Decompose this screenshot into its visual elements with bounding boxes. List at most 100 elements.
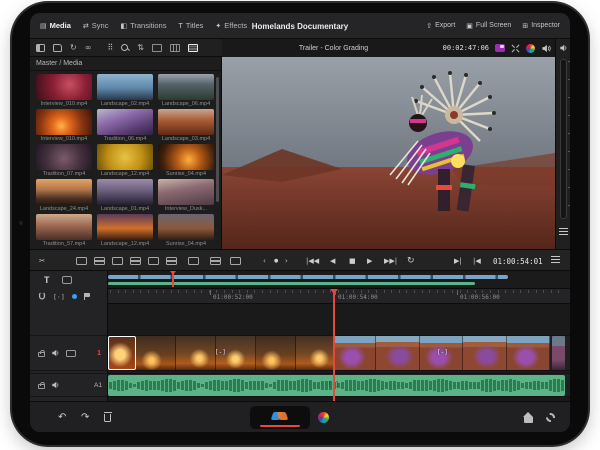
jog-right-icon[interactable]: › <box>285 250 288 272</box>
timeline-title[interactable]: Trailer - Color Grading <box>222 39 445 57</box>
home-button[interactable] <box>524 402 533 432</box>
tab-titles[interactable]: T Titles <box>178 21 203 30</box>
media-clip[interactable]: Landscape_12.mp4 <box>97 214 153 248</box>
place-on-top-icon[interactable] <box>148 250 159 272</box>
minimap-video-overview[interactable] <box>108 275 508 279</box>
tab-effects[interactable]: ✦ Effects <box>215 21 247 30</box>
video-viewer[interactable] <box>222 57 555 249</box>
media-clip[interactable]: Interview_010.mp4 <box>36 109 92 144</box>
cut-tool-icon[interactable]: ✂ <box>36 250 48 272</box>
fullscreen-button[interactable]: ▣ Full Screen <box>466 22 511 30</box>
linked-selection-icon[interactable]: [·] <box>53 293 65 301</box>
media-clip-name: Tradition_06.mp4 <box>97 136 153 142</box>
tab-media[interactable]: ▤ Media <box>40 21 71 30</box>
color-adjust-icon[interactable] <box>526 44 535 53</box>
sync-clips-icon[interactable]: ↻ <box>70 44 77 52</box>
monitor-audio-icon[interactable] <box>559 44 568 52</box>
jog-dot-icon[interactable]: ● <box>274 250 278 272</box>
ruler-scale[interactable]: 01:00:52:0001:00:54:0001:00:56:00 <box>108 289 570 304</box>
play-button[interactable]: ▶ <box>367 250 372 272</box>
snapping-magnet-icon[interactable] <box>38 292 46 301</box>
play-reverse-button[interactable]: ◀ <box>330 250 335 272</box>
loop-button[interactable]: ↻ <box>407 250 415 272</box>
clip-next[interactable] <box>552 336 565 370</box>
media-clip[interactable]: Interview_Dusk... <box>158 179 214 214</box>
timeline-options-icon[interactable] <box>551 259 560 260</box>
media-clip[interactable]: Landscape_12.mp4 <box>97 144 153 179</box>
media-clip-name: Landscape_12.mp4 <box>97 171 153 177</box>
prev-edit-button[interactable]: |◀ <box>473 250 481 272</box>
media-clip-name: Landscape_02.mp4 <box>97 101 153 107</box>
first-frame-button[interactable]: |◀◀ <box>306 250 319 272</box>
audio-track-lane[interactable]: [-] <box>108 373 570 397</box>
jog-left-icon[interactable]: ‹ <box>263 250 266 272</box>
stop-button[interactable]: ■ <box>349 250 356 272</box>
clip-tool-icon[interactable] <box>62 276 72 284</box>
enable-video-icon[interactable] <box>66 350 76 357</box>
media-clip[interactable]: Landscape_24.mp4 <box>36 179 92 214</box>
media-clip[interactable]: Landscape_01.mp4 <box>97 179 153 214</box>
filmstrip-frame <box>256 336 296 370</box>
filmstrip-view-icon[interactable] <box>170 44 180 52</box>
metadata-view-icon[interactable] <box>188 44 198 52</box>
tools-settings-icon[interactable] <box>230 250 241 272</box>
flag-icon[interactable] <box>84 293 86 300</box>
media-clip[interactable]: Landscape_03.mp4 <box>158 109 214 144</box>
text-tool-icon[interactable]: T <box>44 275 50 285</box>
close-up-icon[interactable] <box>130 250 141 272</box>
sort-icon[interactable]: ⇅ <box>137 44 144 52</box>
ipad-camera <box>19 221 23 225</box>
media-clip[interactable]: Landscape_02.mp4 <box>97 74 153 109</box>
breadcrumb[interactable]: Master / Media <box>30 57 221 71</box>
color-page-button[interactable] <box>318 402 329 432</box>
tab-sync[interactable]: ⇄ Sync <box>83 21 109 30</box>
lock-icon[interactable] <box>38 352 45 357</box>
media-pool-scrollbar[interactable] <box>216 77 219 202</box>
relink-icon[interactable]: ∞ <box>85 44 92 52</box>
camera-pip-icon[interactable] <box>495 44 505 52</box>
smart-insert-icon[interactable] <box>76 250 87 272</box>
thumbnail-view-icon[interactable] <box>152 44 162 52</box>
toggle-panel-icon[interactable] <box>36 44 45 52</box>
timeline-tracks: 1 A1 [-] [-] [-] <box>30 304 570 401</box>
viewer-audio-icon[interactable] <box>541 44 551 53</box>
media-clip[interactable]: Sunrise_04.mp4 <box>158 144 214 179</box>
last-frame-button[interactable]: ▶▶| <box>384 250 397 272</box>
delete-button[interactable] <box>104 402 111 432</box>
source-overwrite-icon[interactable] <box>166 250 177 272</box>
inspector-button[interactable]: ⊞ Inspector <box>522 22 560 30</box>
video-track-header[interactable]: 1 <box>30 335 108 371</box>
append-clip-icon[interactable] <box>94 250 105 272</box>
playhead[interactable] <box>333 289 335 401</box>
tab-transitions[interactable]: ◧ Transitions <box>120 21 166 30</box>
transition-icon[interactable] <box>188 250 199 272</box>
media-clip[interactable]: Tradition_06.mp4 <box>97 109 153 144</box>
cut-page-button[interactable] <box>272 411 288 421</box>
media-clip[interactable]: Tradition_07.mp4 <box>36 144 92 179</box>
grid-view-icon[interactable]: ⠿ <box>107 44 113 52</box>
minimap-audio-overview[interactable] <box>108 282 475 285</box>
next-edit-button[interactable]: ▶| <box>454 250 462 272</box>
ripple-overwrite-icon[interactable] <box>112 250 123 272</box>
mute-track-icon[interactable] <box>51 349 60 357</box>
export-button[interactable]: ⇧ Export <box>426 22 455 30</box>
mute-audio-icon[interactable] <box>51 381 60 389</box>
settings-button[interactable] <box>546 402 555 432</box>
minimap-playhead[interactable] <box>172 272 174 287</box>
media-clip[interactable]: Tradition_57.mp4 <box>36 214 92 248</box>
lock-icon[interactable] <box>38 384 45 389</box>
media-clip[interactable]: Interview_010.mp4 <box>36 74 92 109</box>
meter-menu-icon[interactable] <box>559 231 568 232</box>
media-clip[interactable]: Sunrise_04.mp4 <box>158 214 214 248</box>
audio-track-header[interactable]: A1 <box>30 373 108 397</box>
insert-picture-icon[interactable] <box>210 250 221 272</box>
timeline-ruler[interactable]: [·] 01:00:52:0001:00:54:0001:00:56:00 <box>30 289 570 304</box>
video-track-lane[interactable]: [-] [-] <box>108 335 570 371</box>
undo-button[interactable]: ↶ <box>58 402 66 432</box>
marker-color-icon[interactable] <box>72 294 77 299</box>
resize-viewer-icon[interactable] <box>511 44 520 53</box>
redo-button[interactable]: ↷ <box>81 402 89 432</box>
media-clip[interactable]: Landscape_06.mp4 <box>158 74 214 109</box>
search-icon[interactable] <box>121 44 129 52</box>
import-media-icon[interactable] <box>53 44 62 52</box>
